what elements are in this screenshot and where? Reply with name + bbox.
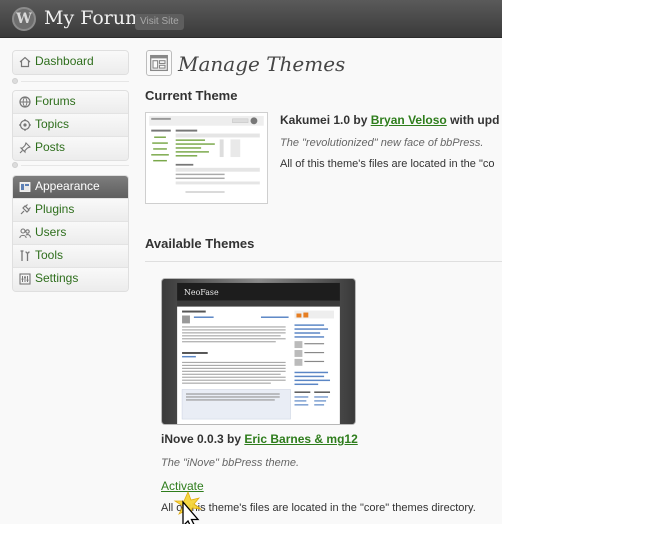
site-title: My Forum xyxy=(44,7,144,29)
tools-icon xyxy=(20,250,30,261)
menu-label: Users xyxy=(35,225,67,239)
pin-icon xyxy=(19,142,31,154)
available-theme-description: The "iNove" bbPress theme. xyxy=(161,457,300,469)
menu-label: Dashboard xyxy=(35,54,94,68)
themes-page-icon xyxy=(146,50,172,76)
menu-item-forums[interactable]: Forums xyxy=(13,91,128,114)
menu-label: Tools xyxy=(35,248,64,262)
current-theme-location: All of this theme's files are located in… xyxy=(280,158,495,170)
menu-item-plugins[interactable]: Plugins xyxy=(13,199,128,222)
current-theme-name: Kakumei 1.0 by xyxy=(280,113,371,127)
menu-group-admin: Appearance Plugins Users Tools Settings xyxy=(12,175,129,292)
menu-label: Settings xyxy=(35,271,79,285)
current-theme-heading: Current Theme xyxy=(145,88,238,103)
divider xyxy=(145,261,502,262)
current-theme-description: The "revolutionized" new face of bbPress… xyxy=(280,137,484,149)
menu-item-appearance[interactable]: Appearance xyxy=(13,176,128,199)
menu-label: Posts xyxy=(35,140,66,154)
appearance-icon xyxy=(19,182,31,192)
current-theme-suffix: with upd xyxy=(446,113,500,127)
visit-site-button[interactable]: Visit Site xyxy=(135,14,184,30)
page-title: Manage Themes xyxy=(178,52,346,76)
menu-label: Topics xyxy=(35,117,70,131)
available-theme-name: iNove 0.0.3 by xyxy=(161,432,245,446)
globe-icon xyxy=(19,96,31,108)
menu-label: Plugins xyxy=(35,202,75,216)
current-theme-title: Kakumei 1.0 by Bryan Veloso with upd xyxy=(280,113,499,127)
topics-icon xyxy=(19,119,31,131)
menu-label: Appearance xyxy=(35,179,100,193)
menu-item-users[interactable]: Users xyxy=(13,222,128,245)
current-theme-author-link[interactable]: Bryan Veloso xyxy=(371,113,447,127)
preview-logo-text: NeoFase xyxy=(184,288,219,297)
menu-item-tools[interactable]: Tools xyxy=(13,245,128,268)
menu-group-dashboard: Dashboard xyxy=(12,50,129,75)
menu-item-posts[interactable]: Posts xyxy=(13,137,128,160)
settings-icon xyxy=(19,273,31,285)
users-icon xyxy=(19,228,31,239)
home-icon xyxy=(19,56,31,68)
menu-separator xyxy=(21,165,129,166)
menu-separator xyxy=(21,81,129,82)
available-theme-title: iNove 0.0.3 by Eric Barnes & mg12 xyxy=(161,432,358,446)
menu-separator-handle[interactable] xyxy=(12,78,18,84)
menu-label: Forums xyxy=(35,94,76,108)
mouse-cursor-icon xyxy=(173,490,203,524)
menu-separator-handle[interactable] xyxy=(12,162,18,168)
menu-item-settings[interactable]: Settings xyxy=(13,268,128,291)
admin-header: W My Forum Visit Site xyxy=(0,0,502,38)
menu-item-dashboard[interactable]: Dashboard xyxy=(13,51,128,74)
menu-item-topics[interactable]: Topics xyxy=(13,114,128,137)
current-theme-screenshot xyxy=(145,112,268,204)
available-theme-screenshot[interactable]: NeoFase xyxy=(161,278,356,425)
available-themes-heading: Available Themes xyxy=(145,236,255,251)
plugin-icon xyxy=(20,204,31,215)
logo-icon: W xyxy=(12,7,36,31)
menu-group-forum: Forums Topics Posts xyxy=(12,90,129,161)
available-theme-author-link[interactable]: Eric Barnes & mg12 xyxy=(244,432,357,446)
browser-viewport: W My Forum Visit Site Dashboard Forums T… xyxy=(0,0,502,524)
